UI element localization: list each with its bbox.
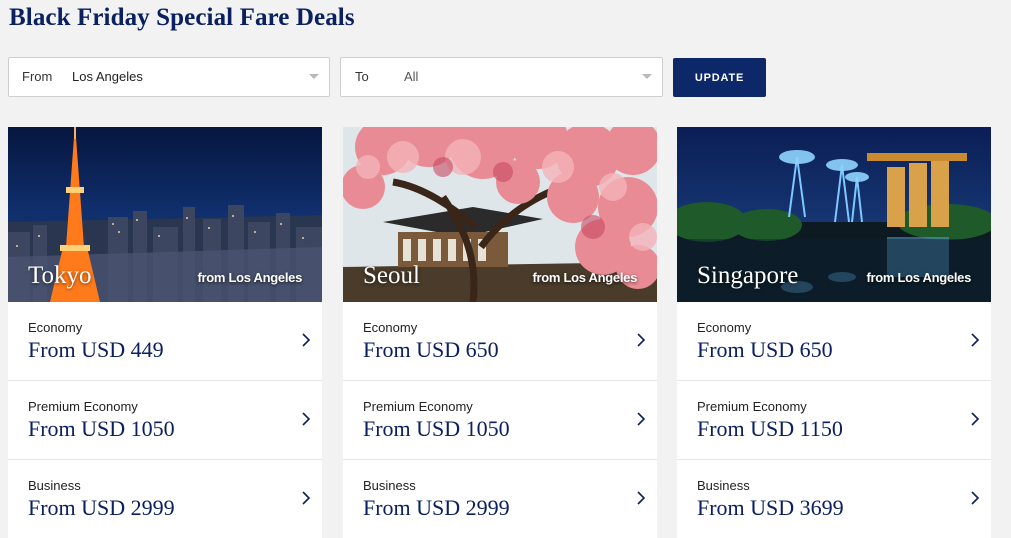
to-label: To [355, 69, 369, 84]
fare-price: From USD 2999 [28, 495, 175, 520]
to-value: All [404, 69, 419, 84]
cabin-class: Economy [697, 320, 752, 335]
fare-option-premium-economy[interactable]: Premium Economy From USD 1050 [343, 381, 657, 460]
fare-price: From USD 2999 [363, 495, 510, 520]
origin-label: from Los Angeles [197, 270, 302, 285]
chevron-right-icon [302, 491, 311, 505]
destination-card-tokyo: Tokyo from Los Angeles Economy From USD … [8, 127, 322, 538]
cabin-class: Business [363, 478, 416, 493]
fare-price: From USD 1050 [28, 416, 175, 441]
page-title: Black Friday Special Fare Deals [9, 4, 355, 31]
destination-image[interactable]: Tokyo from Los Angeles [8, 127, 322, 302]
chevron-down-icon [642, 74, 652, 79]
cabin-class: Business [697, 478, 750, 493]
fare-option-business[interactable]: Business From USD 2999 [343, 460, 657, 538]
cabin-class: Premium Economy [28, 399, 138, 414]
fare-option-business[interactable]: Business From USD 2999 [8, 460, 322, 538]
cabin-class: Economy [363, 320, 418, 335]
to-select[interactable]: To All [340, 57, 663, 97]
chevron-right-icon [637, 412, 646, 426]
destination-card-singapore: Singapore from Los Angeles Economy From … [677, 127, 991, 538]
destination-city: Seoul [363, 262, 420, 289]
fare-price: From USD 650 [363, 337, 499, 362]
origin-label: from Los Angeles [532, 270, 637, 285]
destination-image[interactable]: Singapore from Los Angeles [677, 127, 991, 302]
fare-option-premium-economy[interactable]: Premium Economy From USD 1050 [8, 381, 322, 460]
cabin-class: Premium Economy [363, 399, 473, 414]
origin-label: from Los Angeles [866, 270, 971, 285]
fare-option-premium-economy[interactable]: Premium Economy From USD 1150 [677, 381, 991, 460]
destination-card-seoul: Seoul from Los Angeles Economy From USD … [343, 127, 657, 538]
fare-price: From USD 650 [697, 337, 833, 362]
destination-city: Tokyo [28, 262, 92, 289]
from-select[interactable]: From Los Angeles [8, 57, 330, 97]
fare-option-economy[interactable]: Economy From USD 650 [677, 302, 991, 381]
fare-price: From USD 1050 [363, 416, 510, 441]
chevron-right-icon [302, 412, 311, 426]
cabin-class: Business [28, 478, 81, 493]
from-value: Los Angeles [72, 69, 143, 84]
fare-price: From USD 449 [28, 337, 164, 362]
fare-option-economy[interactable]: Economy From USD 449 [8, 302, 322, 381]
cabin-class: Premium Economy [697, 399, 807, 414]
fare-price: From USD 1150 [697, 416, 843, 441]
chevron-right-icon [637, 491, 646, 505]
fare-price: From USD 3699 [697, 495, 844, 520]
update-button[interactable]: UPDATE [673, 58, 766, 97]
destination-image[interactable]: Seoul from Los Angeles [343, 127, 657, 302]
from-label: From [22, 69, 53, 84]
chevron-down-icon [309, 74, 319, 79]
chevron-right-icon [971, 491, 980, 505]
chevron-right-icon [971, 412, 980, 426]
chevron-right-icon [637, 333, 646, 347]
destination-city: Singapore [697, 262, 799, 289]
cabin-class: Economy [28, 320, 83, 335]
fare-option-business[interactable]: Business From USD 3699 [677, 460, 991, 538]
chevron-right-icon [302, 333, 311, 347]
chevron-right-icon [971, 333, 980, 347]
fare-option-economy[interactable]: Economy From USD 650 [343, 302, 657, 381]
